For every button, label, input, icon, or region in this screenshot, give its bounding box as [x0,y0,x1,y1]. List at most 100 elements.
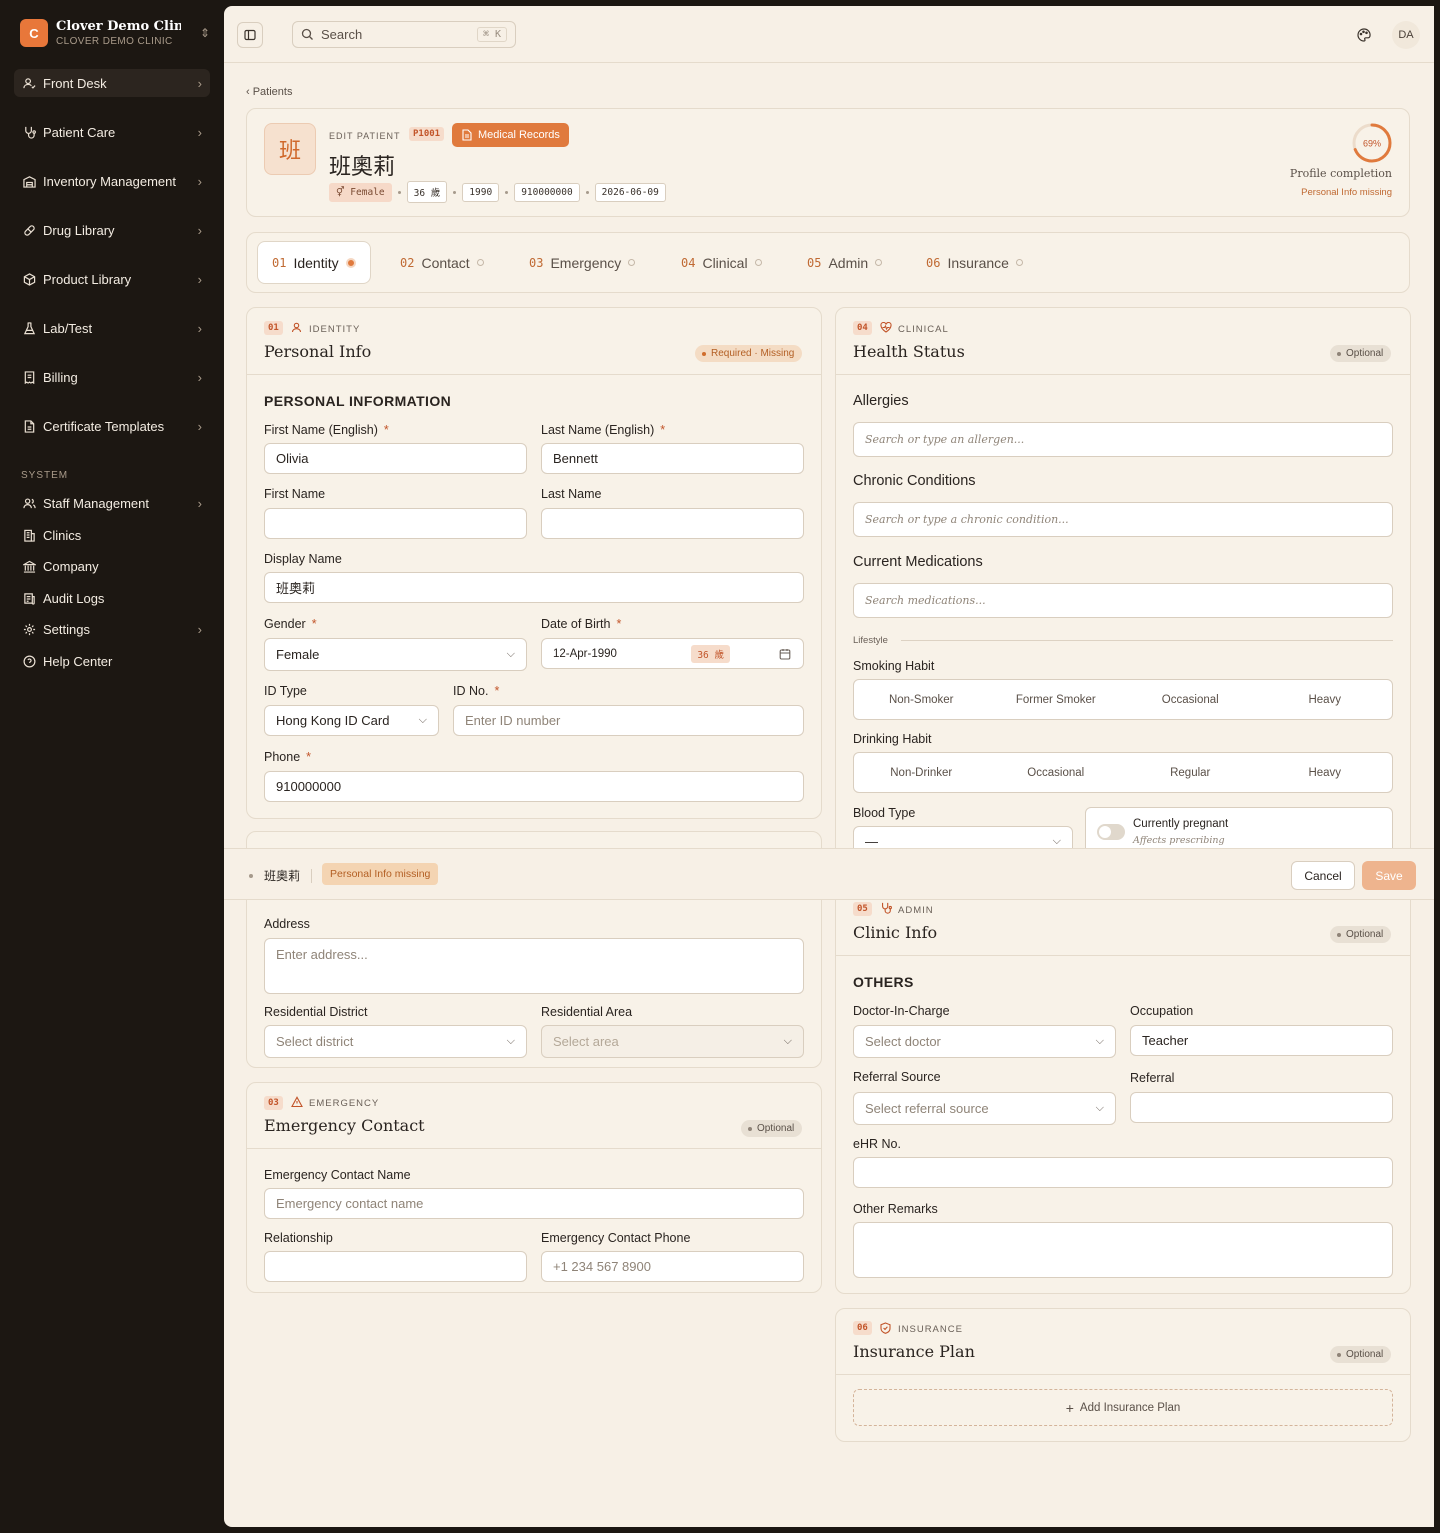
section-category: IDENTITY [309,324,361,335]
chevron-right-icon: › [197,369,202,385]
display-name-input[interactable]: 班奧莉 [264,572,804,603]
district-label: Residential District [264,1005,368,1019]
sidebar-item-help-center[interactable]: Help Center [14,647,210,675]
chevron-down-icon: ⌵ [418,714,427,726]
building-icon [22,528,36,542]
sidebar-item-lab-test[interactable]: Lab/Test › [14,314,210,342]
section-category: ADMIN [898,905,934,916]
phone-input[interactable]: 910000000 [264,771,804,802]
medical-records-label: Medical Records [478,129,560,141]
drinking-option[interactable]: Heavy [1258,767,1393,779]
remarks-label: Other Remarks [853,1202,938,1216]
chevron-right-icon: › [197,495,202,511]
section-tabs: 01 Identity 02 Contact 03 Emergency 04 Clini… [246,232,1410,293]
sidebar-item-product-library[interactable]: Product Library › [14,265,210,293]
medications-search-input[interactable]: Search medications... [853,583,1393,618]
cancel-button[interactable]: Cancel [1291,861,1355,890]
tab-clinical[interactable]: 04 Clinical [667,241,776,284]
palette-icon[interactable] [1356,27,1372,43]
profile-completion-label: Profile completion [1289,167,1392,180]
clinic-switcher[interactable]: C Clover Demo Clini... CLOVER DEMO CLINI… [20,19,210,47]
allergies-search-input[interactable]: Search or type an allergen... [853,422,1393,457]
sidebar-item-staff-management[interactable]: Staff Management › [14,489,210,517]
tab-emergency[interactable]: 03 Emergency [515,241,649,284]
search-placeholder: Search [321,27,363,42]
sidebar-toggle-button[interactable] [237,22,263,48]
last-name-en-input[interactable]: Bennett [541,443,804,474]
tab-identity[interactable]: 01 Identity [257,241,371,284]
sidebar-item-company[interactable]: Company [14,552,210,580]
chevron-right-icon: › [197,173,202,189]
id-no-input[interactable]: Enter ID number [453,705,804,736]
sidebar-item-front-desk[interactable]: Front Desk › [14,69,210,97]
drinking-option[interactable]: Non-Drinker [854,767,989,779]
address-label: Address [264,917,310,931]
district-select[interactable]: Select district ⌵ [264,1025,527,1058]
emergency-name-input[interactable]: Emergency contact name [264,1188,804,1219]
sidebar-item-drug-library[interactable]: Drug Library › [14,216,210,244]
area-select[interactable]: Select area ⌵ [541,1025,804,1058]
drinking-option[interactable]: Occasional [989,767,1124,779]
alert-triangle-icon [291,1096,303,1108]
occupation-input[interactable]: Teacher [1130,1025,1393,1056]
sidebar-item-patient-care[interactable]: Patient Care › [14,118,210,146]
smoking-option[interactable]: Heavy [1258,694,1393,706]
stethoscope-icon [22,125,36,139]
calendar-icon[interactable] [779,648,791,660]
tab-admin[interactable]: 05 Admin [793,241,896,284]
address-textarea[interactable]: Enter address... [264,938,804,994]
gender-select[interactable]: Female ⌵ [264,638,527,671]
sidebar-item-label: Front Desk [43,75,107,91]
sidebar-item-billing[interactable]: Billing › [14,363,210,391]
referral-source-select[interactable]: Select referral source ⌵ [853,1092,1116,1125]
relationship-input[interactable] [264,1251,527,1282]
sticky-action-bar: 班奧莉 Personal Info missing Cancel Save [224,848,1434,900]
medical-records-button[interactable]: Medical Records [452,123,569,147]
heart-pulse-icon [880,322,892,333]
chevron-down-icon: ⌵ [506,1035,515,1047]
user-avatar[interactable]: DA [1392,21,1420,49]
search-icon [301,28,313,40]
top-bar: Search ⌘ K DA [224,6,1434,63]
package-icon [22,272,36,286]
first-name-en-input[interactable]: Olivia [264,443,527,474]
tab-contact[interactable]: 02 Contact [386,241,498,284]
smoking-option[interactable]: Former Smoker [989,694,1124,706]
flask-icon [22,321,36,335]
sidebar-item-settings[interactable]: Settings › [14,615,210,643]
sidebar-item-label: Patient Care [43,124,116,140]
sidebar-item-clinics[interactable]: Clinics [14,521,210,549]
last-name-input[interactable] [541,508,804,539]
display-name-label: Display Name [264,552,342,566]
phone-label: Phone * [264,750,312,764]
search-input[interactable]: Search ⌘ K [292,21,516,48]
section-title: Insurance Plan [853,1342,975,1361]
smoking-option[interactable]: Occasional [1123,694,1258,706]
referral-input[interactable] [1130,1092,1393,1123]
referral-source-label: Referral Source [853,1070,941,1084]
pregnancy-toggle[interactable] [1097,824,1125,840]
smoking-option[interactable]: Non-Smoker [854,694,989,706]
dob-input[interactable]: 12-Apr-1990 36 歲 [541,638,804,669]
ehr-input[interactable] [853,1157,1393,1188]
patient-avatar: 班 [264,123,316,175]
status-badge: Optional [741,1120,803,1137]
doctor-select[interactable]: Select doctor ⌵ [853,1025,1116,1058]
drinking-option[interactable]: Regular [1123,767,1258,779]
first-name-input[interactable] [264,508,527,539]
remarks-textarea[interactable] [853,1222,1393,1278]
sidebar-item-audit-logs[interactable]: Audit Logs [14,584,210,612]
user-icon [291,322,302,333]
section-number: 03 [264,1096,283,1110]
id-type-select[interactable]: Hong Kong ID Card ⌵ [264,705,439,736]
bottom-patient-name: 班奧莉 [249,867,313,884]
admin-card: 05 ADMIN Clinic Info Optional OTHERS Doc… [835,888,1411,1294]
save-button[interactable]: Save [1362,861,1416,890]
emergency-phone-input[interactable]: +1 234 567 8900 [541,1251,804,1282]
sidebar-item-inventory[interactable]: Inventory Management › [14,167,210,195]
add-insurance-plan-button[interactable]: + Add Insurance Plan [853,1389,1393,1426]
breadcrumb-patients[interactable]: ‹ Patients [246,86,292,98]
tab-insurance[interactable]: 06 Insurance [912,241,1037,284]
sidebar-item-certificate-templates[interactable]: Certificate Templates › [14,412,210,440]
chronic-conditions-search-input[interactable]: Search or type a chronic condition... [853,502,1393,537]
